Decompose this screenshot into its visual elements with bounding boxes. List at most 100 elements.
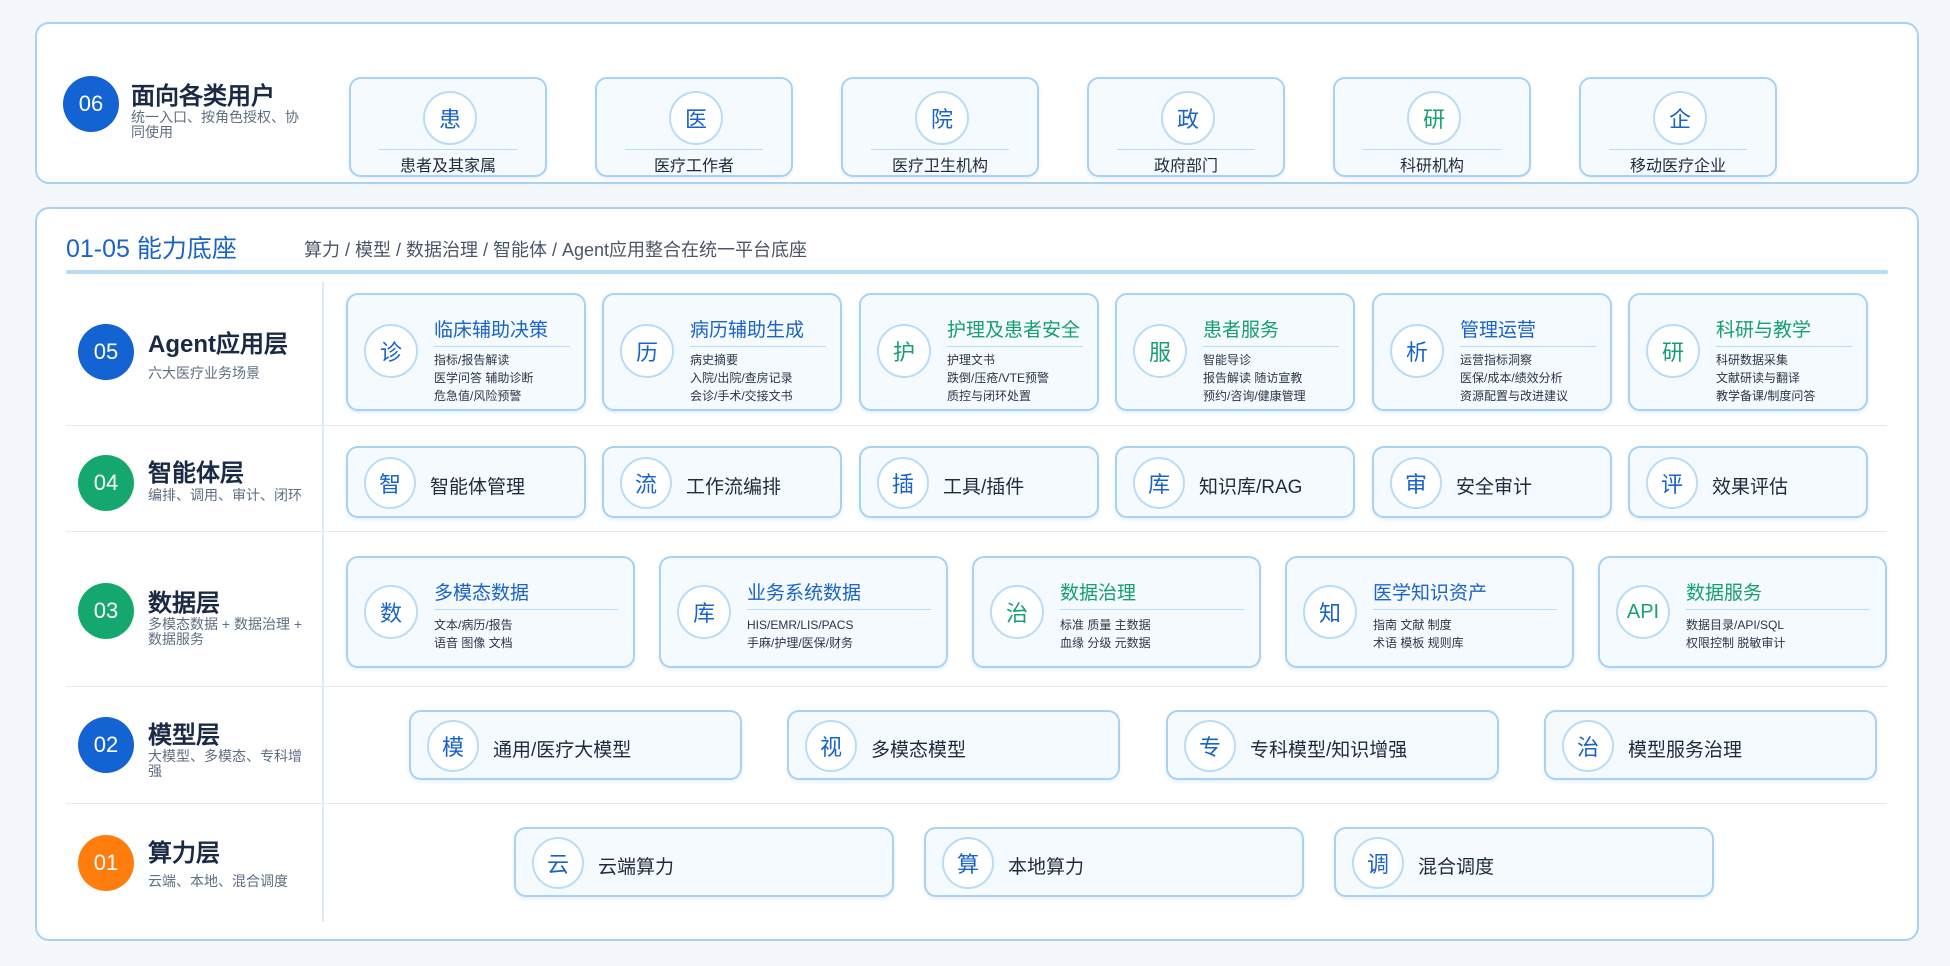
user-card-government[interactable]: 政 政府部门 <box>1087 77 1285 177</box>
data-card-knowledge-assets[interactable]: 知 医学知识资产 指南 文献 制度 术语 模板 规则库 <box>1285 556 1574 668</box>
user-card-institutions[interactable]: 院 医疗卫生机构 <box>841 77 1039 177</box>
agent-card-tools[interactable]: 插 工具/插件 <box>859 446 1099 518</box>
plugin-icon: 插 <box>877 457 929 509</box>
card-label: 通用/医疗大模型 <box>493 740 632 761</box>
governance-icon: 治 <box>1562 720 1614 772</box>
divider <box>1609 149 1747 150</box>
analysis-icon: 析 <box>1390 324 1444 378</box>
agent-card-evaluation[interactable]: 评 效果评估 <box>1628 446 1868 518</box>
user-card-label: 科研机构 <box>1399 158 1464 175</box>
users-subtitle: 统一入口、按角色授权、协同使用 <box>131 109 299 140</box>
nursing-icon: 护 <box>877 324 931 378</box>
research-icon: 研 <box>1646 324 1700 378</box>
layer-01-badge: 01 <box>78 835 134 891</box>
card-title: 病历辅助生成 <box>690 320 805 341</box>
row-separator <box>66 425 1887 426</box>
users-badge: 06 <box>63 76 119 132</box>
model-card-multimodal[interactable]: 视 多模态模型 <box>787 710 1120 780</box>
governance-icon: 治 <box>990 585 1044 639</box>
row-separator <box>66 803 1887 804</box>
app-card-patient-service[interactable]: 服 患者服务 智能导诊 报告解读 随访宣教 预约/咨询/健康管理 <box>1115 293 1355 411</box>
compute-card-hybrid[interactable]: 调 混合调度 <box>1334 827 1714 897</box>
card-line: 标准 质量 主数据 <box>1060 618 1151 632</box>
layer-01-subtitle: 云端、本地、混合调度 <box>148 873 288 889</box>
app-card-medical-records[interactable]: 历 病历辅助生成 病史摘要 入院/出院/查房记录 会诊/手术/交接文书 <box>602 293 842 411</box>
agent-card-audit[interactable]: 审 安全审计 <box>1372 446 1612 518</box>
layer-04-badge: 04 <box>78 455 134 511</box>
card-line: 指南 文献 制度 <box>1373 618 1452 632</box>
divider <box>690 346 826 347</box>
layer-02-subtitle: 大模型、多模态、专科增强 <box>148 748 302 779</box>
agent-card-knowledge[interactable]: 库 知识库/RAG <box>1115 446 1355 518</box>
database-icon: 库 <box>677 585 731 639</box>
card-title: 患者服务 <box>1203 320 1280 341</box>
app-card-operations[interactable]: 析 管理运营 运营指标洞察 医保/成本/绩效分析 资源配置与改进建议 <box>1372 293 1612 411</box>
divider <box>1373 609 1557 610</box>
card-label: 安全审计 <box>1456 477 1533 498</box>
app-card-clinical-decision[interactable]: 诊 临床辅助决策 指标/报告解读 医学问答 辅助诊断 危急值/风险预警 <box>346 293 586 411</box>
data-card-governance[interactable]: 治 数据治理 标准 质量 主数据 血缘 分级 元数据 <box>972 556 1261 668</box>
card-line: 教学备课/制度问答 <box>1716 389 1816 403</box>
layer-05-subtitle: 六大医疗业务场景 <box>148 365 260 381</box>
agent-card-workflow[interactable]: 流 工作流编排 <box>602 446 842 518</box>
research-icon: 研 <box>1407 91 1461 145</box>
vision-icon: 视 <box>805 720 857 772</box>
divider <box>1363 149 1501 150</box>
card-title: 医学知识资产 <box>1373 583 1488 604</box>
data-card-business-systems[interactable]: 库 业务系统数据 HIS/EMR/LIS/PACS 手麻/护理/医保/财务 <box>659 556 948 668</box>
user-card-medical-workers[interactable]: 医 医疗工作者 <box>595 77 793 177</box>
card-line: 权限控制 脱敏审计 <box>1686 636 1786 650</box>
layer-04-title: 智能体层 <box>148 460 244 487</box>
model-card-general-medical[interactable]: 模 通用/医疗大模型 <box>409 710 742 780</box>
card-label: 工具/插件 <box>943 477 1025 498</box>
compute-icon: 算 <box>942 837 994 889</box>
knowledge-icon: 知 <box>1303 585 1357 639</box>
model-card-governance[interactable]: 治 模型服务治理 <box>1544 710 1877 780</box>
card-title: 业务系统数据 <box>747 583 862 604</box>
card-title: 护理及患者安全 <box>947 320 1081 341</box>
diagnosis-icon: 诊 <box>364 324 418 378</box>
compute-card-cloud[interactable]: 云 云端算力 <box>514 827 894 897</box>
card-line: 报告解读 随访宣教 <box>1203 371 1303 385</box>
agent-icon: 智 <box>364 457 416 509</box>
divider <box>747 609 931 610</box>
card-line: 智能导诊 <box>1203 353 1252 367</box>
layer-03-badge: 03 <box>78 583 134 639</box>
layer-02-badge: 02 <box>78 717 134 773</box>
card-line: 医学问答 辅助诊断 <box>434 371 534 385</box>
data-icon: 数 <box>364 585 418 639</box>
knowledge-base-icon: 库 <box>1133 457 1185 509</box>
card-line: 会诊/手术/交接文书 <box>690 389 793 403</box>
user-card-label: 患者及其家属 <box>399 158 496 175</box>
platform-subtitle: 算力 / 模型 / 数据治理 / 智能体 / Agent应用整合在统一平台底座 <box>304 240 808 260</box>
card-line: HIS/EMR/LIS/PACS <box>747 618 854 632</box>
user-card-research[interactable]: 研 科研机构 <box>1333 77 1531 177</box>
model-icon: 模 <box>427 720 479 772</box>
card-line: 危急值/风险预警 <box>434 389 522 403</box>
user-card-patients[interactable]: 患 患者及其家属 <box>349 77 547 177</box>
app-card-research-teaching[interactable]: 研 科研与教学 科研数据采集 文献研读与翻译 教学备课/制度问答 <box>1628 293 1868 411</box>
user-card-label: 政府部门 <box>1153 158 1218 175</box>
divider <box>434 609 618 610</box>
user-card-enterprises[interactable]: 企 移动医疗企业 <box>1579 77 1777 177</box>
card-label: 混合调度 <box>1418 857 1495 878</box>
card-line: 文本/病历/报告 <box>434 618 513 632</box>
model-card-specialty[interactable]: 专 专科模型/知识增强 <box>1166 710 1499 780</box>
user-card-label: 移动医疗企业 <box>1629 158 1726 175</box>
card-line: 指标/报告解读 <box>434 353 510 367</box>
card-title: 临床辅助决策 <box>434 320 549 341</box>
data-card-data-service[interactable]: API 数据服务 数据目录/API/SQL 权限控制 脱敏审计 <box>1598 556 1887 668</box>
record-icon: 历 <box>620 324 674 378</box>
data-card-multimodal[interactable]: 数 多模态数据 文本/病历/报告 语音 图像 文档 <box>346 556 635 668</box>
app-card-nursing-safety[interactable]: 护 护理及患者安全 护理文书 跌倒/压疮/VTE预警 质控与闭环处置 <box>859 293 1099 411</box>
card-label: 专科模型/知识增强 <box>1250 740 1408 761</box>
user-card-label: 医疗卫生机构 <box>891 158 988 175</box>
users-title: 面向各类用户 <box>131 83 275 110</box>
platform-title: 01-05 能力底座 <box>66 235 237 263</box>
card-label: 知识库/RAG <box>1199 477 1303 498</box>
divider <box>871 149 1009 150</box>
layer-03-subtitle: 多模态数据 + 数据治理 + 数据服务 <box>148 616 303 647</box>
divider <box>1686 609 1870 610</box>
compute-card-local[interactable]: 算 本地算力 <box>924 827 1304 897</box>
agent-card-management[interactable]: 智 智能体管理 <box>346 446 586 518</box>
